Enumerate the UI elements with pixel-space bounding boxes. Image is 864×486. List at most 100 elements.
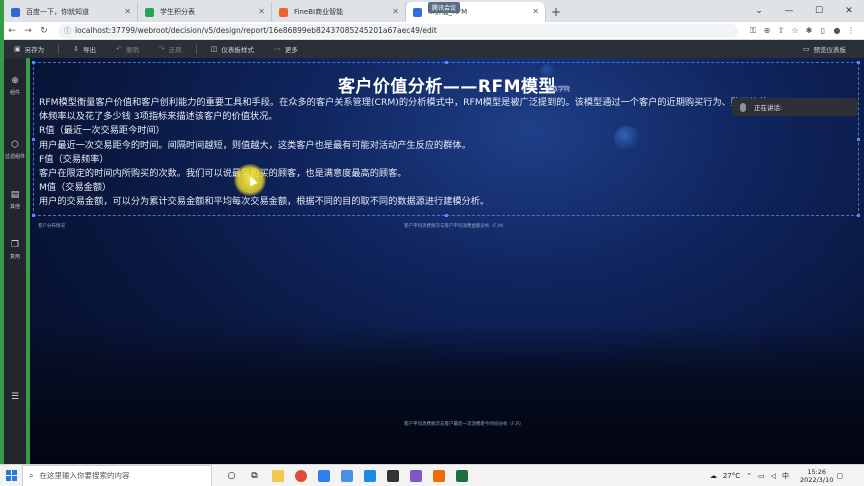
- browser-tab-strip: 百度一下，你就知道 ✕ 学生积分表 ✕ FineBI商业智能 ✕ ...价值_R…: [4, 0, 864, 22]
- tray-up-icon[interactable]: ⌃: [746, 472, 752, 480]
- reload-icon[interactable]: ↻: [36, 23, 52, 39]
- export-label: 导出: [83, 46, 96, 54]
- extensions-icon[interactable]: ✱: [802, 26, 816, 36]
- resize-handle[interactable]: [445, 61, 448, 64]
- windows-taskbar: ⌕ 在这里输入你要搜索的内容 ○ ⧉ ☁ 27°C ⌃ ▭ ◁ 中 15:26 …: [0, 464, 864, 486]
- resize-handle[interactable]: [32, 214, 35, 217]
- info-icon[interactable]: ⓘ: [64, 26, 71, 36]
- list-icon: ☰: [10, 392, 20, 402]
- new-tab-button[interactable]: +: [546, 2, 566, 22]
- undo-button[interactable]: ↶ 撤销: [106, 40, 149, 58]
- close-icon[interactable]: ✕: [392, 7, 399, 16]
- tab-label: FineBI商业智能: [294, 8, 344, 16]
- avatar[interactable]: ●: [830, 26, 844, 36]
- outline-toggle[interactable]: ☰: [4, 392, 26, 405]
- tab-label: 百度一下，你就知道: [26, 8, 89, 16]
- text-line: R值（最近一次交易距今时间）: [39, 125, 165, 137]
- address-bar: ← → ↻ ⓘ localhost:37799/webroot/decision…: [4, 22, 864, 40]
- forward-icon[interactable]: →: [20, 23, 36, 39]
- explorer-icon[interactable]: [268, 466, 287, 485]
- dashboard-style-button[interactable]: ◫ 仪表板样式: [201, 40, 264, 58]
- app-icon[interactable]: [383, 466, 402, 485]
- back-icon[interactable]: ←: [4, 23, 20, 39]
- url-field[interactable]: ⓘ localhost:37799/webroot/decision/v5/de…: [58, 23, 738, 38]
- url-text: localhost:37799/webroot/decision/v5/desi…: [75, 26, 437, 35]
- export-button[interactable]: ⇩ 导出: [63, 40, 106, 58]
- save-icon: ▣: [14, 45, 21, 53]
- text-line: M值（交易金额）: [39, 182, 112, 194]
- baidu-favicon-icon: [11, 8, 20, 17]
- tab-finebi[interactable]: FineBI商业智能 ✕: [272, 2, 406, 22]
- design-toolbar: ▣ 另存为 ⇩ 导出 ↶ 撤销 ↷ 还原 ◫ 仪表板样式 ⋯ 更多 ▭ 预览仪表板: [4, 40, 864, 58]
- close-icon[interactable]: ✕: [258, 7, 265, 16]
- windows-logo-icon: [5, 470, 17, 481]
- close-window-icon[interactable]: ✕: [834, 0, 864, 22]
- notification-icon[interactable]: ▢: [836, 472, 843, 480]
- app-icon[interactable]: [406, 466, 425, 485]
- cortana-icon[interactable]: ○: [222, 466, 241, 485]
- more-button[interactable]: ⋯ 更多: [264, 40, 308, 58]
- share-icon[interactable]: ⇧: [774, 26, 788, 36]
- clock-date: 2022/3/10: [800, 475, 834, 484]
- app-icon[interactable]: [337, 466, 356, 485]
- menu-icon[interactable]: ⋮: [844, 26, 858, 36]
- resize-handle[interactable]: [32, 61, 35, 64]
- app-icon[interactable]: [360, 466, 379, 485]
- tab-search-icon[interactable]: ⌄: [744, 0, 774, 22]
- sidebar-icon[interactable]: ▯: [816, 26, 830, 36]
- app-icon[interactable]: [429, 466, 448, 485]
- filter-icon: ⬡: [11, 140, 19, 150]
- sidebar-item-components[interactable]: ⊕ 组件: [4, 76, 26, 96]
- window-controls: ⌄ — ☐ ✕: [744, 0, 864, 22]
- tab-baidu[interactable]: 百度一下，你就知道 ✕: [4, 2, 138, 22]
- key-icon[interactable]: ⚿: [746, 26, 760, 36]
- preview-button[interactable]: ▭ 预览仪表板: [793, 40, 856, 58]
- resize-handle[interactable]: [445, 214, 448, 217]
- sidebar-item-filter[interactable]: ⬡ 过滤组件: [4, 140, 26, 160]
- undo-icon: ↶: [116, 45, 122, 53]
- minimize-icon[interactable]: —: [774, 0, 804, 22]
- excel-icon[interactable]: [452, 466, 471, 485]
- ime-indicator[interactable]: 中: [782, 471, 789, 481]
- sidebar-item-other[interactable]: ▤ 其他: [4, 190, 26, 210]
- tab-student-score[interactable]: 学生积分表 ✕: [138, 2, 272, 22]
- close-icon[interactable]: ✕: [532, 7, 539, 16]
- close-icon[interactable]: ✕: [124, 7, 131, 16]
- sidebar-item-label: 过滤组件: [4, 154, 25, 160]
- weather-temp[interactable]: 27°C: [723, 472, 740, 480]
- weather-icon[interactable]: ☁: [710, 472, 717, 480]
- save-as-label: 另存为: [24, 46, 45, 54]
- recording-badge: 腾讯会议: [428, 2, 461, 13]
- start-button[interactable]: [0, 465, 22, 486]
- resize-handle[interactable]: [857, 61, 860, 64]
- sidebar-item-label: 其他: [9, 204, 20, 210]
- text-line: 用户最近一次交易距今的时间。间隔时间越短，则值越大，这类客户也是最有可能对活动产…: [39, 139, 471, 151]
- taskbar-search[interactable]: ⌕ 在这里输入你要搜索的内容: [22, 464, 212, 486]
- chrome-icon[interactable]: [291, 466, 310, 485]
- volume-icon[interactable]: ◁: [771, 472, 776, 480]
- star-icon[interactable]: ☆: [788, 26, 802, 36]
- zoom-icon[interactable]: ⊕: [760, 26, 774, 36]
- clock[interactable]: 15:26 2022/3/10: [800, 468, 833, 484]
- redo-label: 还原: [168, 46, 182, 54]
- more-icon: ⋯: [273, 45, 281, 53]
- tab-rfm[interactable]: ...价值_RFM ✕: [406, 2, 546, 22]
- export-icon: ⇩: [73, 45, 79, 53]
- dashboard-canvas[interactable]: 客户价值分析——RFM模型 聚数学院 RFM模型衡量客户价值和客户创利能力的重要…: [30, 58, 864, 464]
- network-icon[interactable]: ▭: [758, 472, 765, 480]
- save-as-button[interactable]: ▣ 另存为: [4, 40, 54, 58]
- sidebar-item-reuse[interactable]: ❐ 复用: [4, 240, 26, 260]
- resize-handle[interactable]: [32, 138, 35, 141]
- task-view-icon[interactable]: ⧉: [245, 466, 264, 485]
- maximize-icon[interactable]: ☐: [804, 0, 834, 22]
- resize-handle[interactable]: [857, 214, 860, 217]
- preview-label: 预览仪表板: [813, 46, 847, 54]
- chart-caption: 客户平均消费频次与客户平均消费金额分析（F,M）: [404, 224, 507, 229]
- search-icon: ⌕: [29, 470, 34, 480]
- system-tray: ☁ 27°C ⌃ ▭ ◁ 中 15:26 2022/3/10 ▢: [707, 468, 864, 484]
- undo-label: 撤销: [125, 46, 139, 54]
- meeting-icon[interactable]: [314, 466, 333, 485]
- text-line: 客户在限定的时间内所购买的次数。我们可以说最常购买的顾客，也是满意度最高的顾客。: [39, 168, 407, 180]
- clock-time: 15:26: [807, 467, 827, 476]
- redo-button[interactable]: ↷ 还原: [149, 40, 192, 58]
